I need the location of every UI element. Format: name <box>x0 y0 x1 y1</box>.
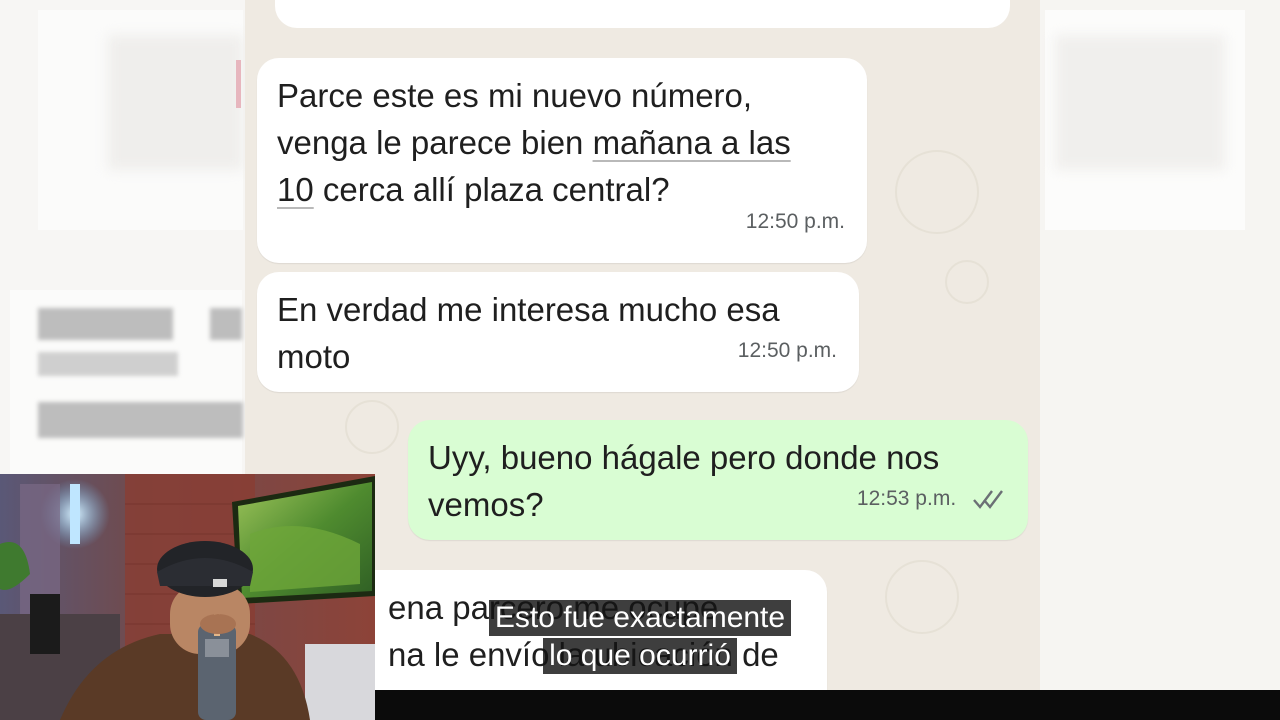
red-edge-mark <box>236 60 241 108</box>
right-blurred-card <box>1045 10 1245 230</box>
streamer-webcam-image <box>0 474 375 720</box>
message-timestamp: 12:53 p.m. <box>856 487 957 510</box>
message-line: vemos? <box>428 486 544 523</box>
webcam-overlay <box>0 474 375 720</box>
message-line: En verdad me interesa mucho esa <box>277 291 780 328</box>
message-timestamp: 12:50 p.m. <box>737 339 837 362</box>
message-bubble-incoming[interactable]: Parce este es mi nuevo número, venga le … <box>257 58 867 263</box>
pixelated-text <box>210 308 242 340</box>
pixelated-name-block <box>10 290 243 485</box>
blurred-content <box>108 35 243 170</box>
message-timestamp: 12:50 p.m. <box>745 210 845 233</box>
pixelated-text <box>38 402 243 438</box>
message-line: moto <box>277 338 351 375</box>
message-bubble-incoming[interactable]: En verdad me interesa mucho esa moto 12:… <box>257 272 859 392</box>
message-line: venga le parece bien <box>277 124 593 161</box>
detected-date-link[interactable]: mañana a las <box>593 124 791 161</box>
video-letterbox-bar <box>375 690 1280 720</box>
message-meta: 12:53 p.m. <box>857 475 1006 522</box>
message-text: Parce este es mi nuevo número, venga le … <box>277 72 847 213</box>
pixelated-text <box>38 352 178 376</box>
double-check-icon <box>973 490 1003 510</box>
video-frame: Parce este es mi nuevo número, venga le … <box>0 0 1280 720</box>
message-line: cerca allí plaza central? <box>313 171 670 208</box>
left-blurred-card <box>38 10 243 230</box>
wallpaper-doodle <box>895 150 979 234</box>
pixelated-text <box>38 308 173 340</box>
message-line: Uyy, bueno hágale pero donde nos <box>428 439 940 476</box>
message-bubble-outgoing[interactable]: Uyy, bueno hágale pero donde nos vemos? … <box>408 420 1028 540</box>
previous-message-bubble <box>275 0 1010 28</box>
blurred-content <box>1055 35 1225 170</box>
detected-date-link[interactable]: 10 <box>277 171 314 208</box>
subtitle-line: lo que ocurrió <box>543 638 737 674</box>
message-line: Parce este es mi nuevo número, <box>277 77 753 114</box>
wallpaper-doodle <box>945 260 989 304</box>
wallpaper-doodle <box>345 400 399 454</box>
subtitle-line: Esto fue exactamente <box>488 600 792 636</box>
video-subtitle: Esto fue exactamente lo que ocurrió <box>0 600 1280 674</box>
